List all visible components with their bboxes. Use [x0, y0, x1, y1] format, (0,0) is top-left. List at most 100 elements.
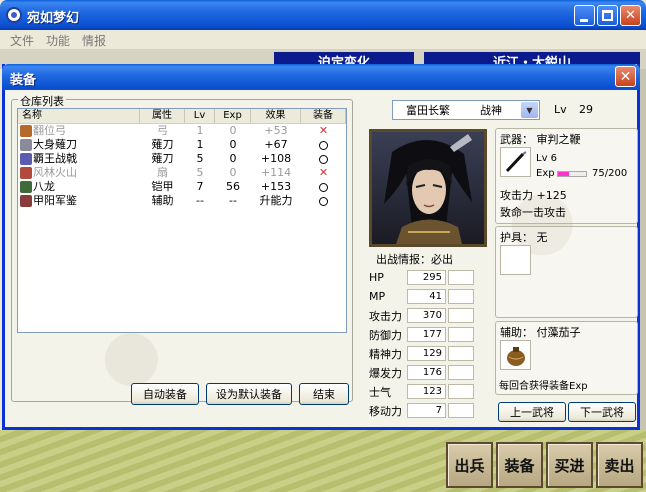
item-attr: 辅助 [151, 194, 174, 207]
close-icon: ✕ [619, 68, 632, 85]
stat-burst: 爆发力 176 [369, 364, 474, 381]
accessory-slot[interactable] [500, 340, 531, 370]
prev-general-button[interactable]: 上一武将 [498, 402, 566, 422]
general-select[interactable]: 富田长繁 战神 ▼ [392, 100, 540, 120]
item-attr: 铠甲 [151, 180, 174, 193]
stat-label: 士气 [369, 385, 391, 399]
item-exp: 0 [229, 166, 237, 179]
item-exp: 0 [229, 124, 237, 137]
close-button[interactable]: ✕ [620, 5, 641, 26]
item-lv: 5 [196, 152, 204, 165]
buy-command-button[interactable]: 买进 [546, 442, 593, 488]
item-name-cell: 翻位弓 [18, 124, 140, 138]
item-name-cell: 大身薙刀 [18, 138, 140, 152]
not-equippable-x-icon: ✕ [318, 166, 329, 179]
sell-command-button[interactable]: 卖出 [596, 442, 643, 488]
menubar: 文件 功能 情报 [0, 30, 646, 49]
dialog-close-button[interactable]: ✕ [615, 66, 636, 87]
item-name-cell: 覇王战戟 [18, 152, 140, 166]
stat-value: 370 [407, 308, 446, 323]
menu-function[interactable]: 功能 [40, 30, 76, 49]
auto-equip-button[interactable]: 自动装备 [131, 383, 199, 405]
dialog-title: 装备 [10, 73, 37, 88]
inventory-table[interactable]: 名称 属性 Lv Exp 效果 装备 翻位弓弓 1 0 +53 ✕ 大身薙刀 薙刀 1 0 +67… [17, 108, 347, 333]
weapon-lv: Lv 6 [536, 153, 558, 164]
weapon-slot[interactable] [500, 147, 531, 177]
table-row[interactable]: 风林火山 扇 5 0 +114 ✕ [18, 166, 346, 180]
stat-label: 爆发力 [369, 366, 402, 380]
armor-slot[interactable] [500, 245, 531, 275]
table-row[interactable]: 大身薙刀 薙刀 1 0 +67 [18, 138, 346, 152]
not-equippable-x-icon: ✕ [318, 124, 329, 137]
stat-morale: 士气 123 [369, 383, 474, 400]
equip-command-button[interactable]: 装备 [496, 442, 543, 488]
sortie-command-button[interactable]: 出兵 [446, 442, 493, 488]
table-row[interactable]: 甲阳军鉴 辅助 -- -- 升能力 [18, 194, 346, 208]
stat-bonus [448, 289, 474, 304]
next-general-button[interactable]: 下一武将 [568, 402, 636, 422]
item-effect: +67 [264, 138, 288, 151]
equippable-circle-icon [319, 182, 328, 192]
bow-icon [20, 125, 32, 137]
col-lv[interactable]: Lv [185, 109, 215, 123]
item-name-cell: 甲阳军鉴 [18, 194, 140, 208]
armor-icon [20, 181, 32, 193]
item-lv: 1 [196, 124, 204, 137]
sortie-info: 出战情报：必出 [376, 253, 453, 266]
item-equip-status [301, 194, 346, 208]
dialog-titlebar: 装备 ✕ [2, 64, 640, 90]
stat-label: 精神力 [369, 347, 402, 361]
item-exp: 56 [226, 180, 240, 193]
item-name: 风林火山 [33, 166, 77, 179]
item-name-cell: 风林火山 [18, 166, 140, 180]
weapon-exp-fill [558, 172, 569, 176]
stat-value: 41 [407, 289, 446, 304]
item-lv: -- [196, 194, 204, 207]
general-lv-value: 29 [579, 103, 593, 116]
stat-value: 123 [407, 384, 446, 399]
col-equip[interactable]: 装备 [301, 109, 346, 123]
table-row[interactable]: 覇王战戟 薙刀 5 0 +108 [18, 152, 346, 166]
stat-mp: MP 41 [369, 288, 474, 305]
equippable-circle-icon [319, 154, 328, 164]
col-attr[interactable]: 属性 [140, 109, 185, 123]
stat-attack: 攻击力 370 [369, 307, 474, 324]
inventory-label: 仓库列表 [18, 93, 66, 109]
item-attr: 薙刀 [151, 138, 174, 151]
inventory-header: 名称 属性 Lv Exp 效果 装备 [18, 109, 346, 124]
tea-caddy-icon [506, 347, 525, 366]
minimize-button[interactable] [574, 5, 595, 26]
weapon-box[interactable]: 武器： 审判之鞭 Lv 6 Exp 75/200 攻击力 +125 致命一击攻击 [495, 128, 638, 224]
main-titlebar: 宛如梦幻 ✕ [0, 0, 646, 30]
col-exp[interactable]: Exp [215, 109, 251, 123]
armor-heading: 护具： 无 [500, 229, 548, 245]
menu-info[interactable]: 情报 [76, 30, 112, 49]
set-default-equip-button[interactable]: 设为默认装备 [206, 383, 292, 405]
item-equip-status [301, 180, 346, 194]
stat-bonus [448, 270, 474, 285]
armor-box[interactable]: 护具： 无 [495, 226, 638, 318]
chevron-down-icon[interactable]: ▼ [521, 102, 538, 118]
menu-file[interactable]: 文件 [4, 30, 40, 49]
table-row[interactable]: 八龙 铠甲 7 56 +153 [18, 180, 346, 194]
maximize-button[interactable] [597, 5, 618, 26]
finish-button[interactable]: 结束 [299, 383, 349, 405]
item-effect: 升能力 [259, 194, 293, 207]
weapon-heading: 武器： 审判之鞭 [500, 131, 581, 147]
item-lv: 1 [196, 138, 204, 151]
item-exp: 0 [229, 138, 237, 151]
halberd-icon [20, 153, 32, 165]
item-effect: +108 [260, 152, 292, 165]
accessory-box[interactable]: 辅助： 付藻茄子 每回合获得装备Exp [495, 321, 638, 395]
table-row[interactable]: 翻位弓 弓 1 0 +53 ✕ [18, 124, 346, 138]
fan-icon [20, 167, 32, 179]
col-name[interactable]: 名称 [18, 109, 140, 123]
weapon-name: 审判之鞭 [536, 133, 581, 146]
weapon-exp-text: 75/200 [592, 168, 628, 179]
stat-bonus [448, 365, 474, 380]
minimize-icon [580, 19, 588, 22]
stat-bonus [448, 403, 474, 418]
stat-label: 防御力 [369, 328, 402, 342]
col-effect[interactable]: 效果 [251, 109, 301, 123]
stat-spirit: 精神力 129 [369, 345, 474, 362]
